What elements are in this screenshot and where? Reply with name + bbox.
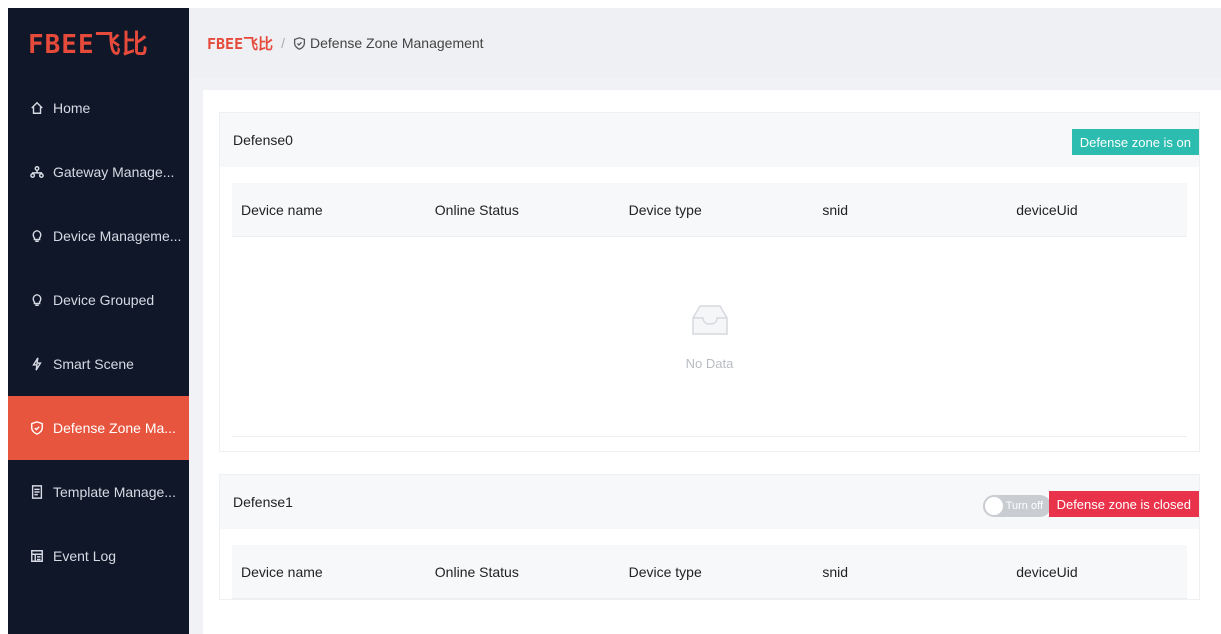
column-header-device-type: Device type — [628, 563, 702, 580]
status-badge: Defense zone is closed — [1048, 491, 1199, 517]
sidebar-item-label: Template Manage... — [53, 484, 176, 500]
column-header-device-uid: deviceUid — [1016, 201, 1078, 218]
sidebar-item-device-grouped[interactable]: Device Grouped — [8, 268, 189, 332]
breadcrumb: FBEE飞比 / Defense Zone Management — [189, 8, 1221, 78]
column-header-device-uid: deviceUid — [1016, 563, 1078, 580]
sidebar-item-label: Smart Scene — [53, 356, 134, 372]
sidebar-item-defense-zone[interactable]: Defense Zone Ma... — [8, 396, 189, 460]
log-icon — [30, 549, 44, 563]
empty-state: No Data — [232, 237, 1187, 437]
sidebar-item-label: Device Manageme... — [53, 228, 182, 244]
sidebar-item-label: Gateway Manage... — [53, 164, 175, 180]
toggle-label: Turn off — [1005, 500, 1043, 512]
zone-toggle-switch[interactable]: Turn off — [983, 495, 1051, 517]
table-header: Device name Online Status Device type sn… — [232, 545, 1187, 599]
bulb-icon — [30, 293, 44, 307]
bulb-icon — [30, 229, 44, 243]
status-badge: Defense zone is on — [1071, 129, 1199, 155]
zone-card-defense1: Defense1 Turn off Defense zone is closed… — [219, 474, 1200, 600]
home-icon — [30, 101, 44, 115]
table-header: Device name Online Status Device type sn… — [232, 183, 1187, 237]
zone-title: Defense0 — [233, 132, 293, 148]
column-header-device-name: Device name — [241, 201, 323, 218]
toggle-knob — [985, 497, 1003, 515]
column-header-online-status: Online Status — [434, 563, 519, 580]
sidebar: FBEE飞比 Home Gateway Manage... Device Man… — [8, 8, 189, 634]
sidebar-item-label: Home — [53, 100, 91, 116]
sidebar-item-template[interactable]: Template Manage... — [8, 460, 189, 524]
sidebar-item-gateway[interactable]: Gateway Manage... — [8, 140, 189, 204]
breadcrumb-brand[interactable]: FBEE飞比 — [207, 33, 273, 54]
content-panel: Defense0 Defense zone is on Device name … — [203, 90, 1221, 634]
empty-text: No Data — [685, 356, 734, 371]
device-table: Device name Online Status Device type sn… — [220, 529, 1199, 599]
zone-card-defense0: Defense0 Defense zone is on Device name … — [219, 112, 1200, 452]
app-frame: FBEE飞比 Home Gateway Manage... Device Man… — [8, 8, 1221, 634]
sidebar-item-label: Device Grouped — [53, 292, 155, 308]
column-header-snid: snid — [822, 201, 849, 218]
sidebar-item-label: Defense Zone Ma... — [53, 420, 176, 436]
shield-icon — [293, 36, 306, 50]
column-header-snid: snid — [822, 563, 849, 580]
sidebar-item-device-management[interactable]: Device Manageme... — [8, 204, 189, 268]
sidebar-item-smart-scene[interactable]: Smart Scene — [8, 332, 189, 396]
column-header-device-type: Device type — [628, 201, 702, 218]
inbox-icon — [691, 305, 728, 335]
zone-header: Defense0 Defense zone is on — [220, 113, 1199, 167]
lightning-icon — [30, 357, 44, 371]
zone-title: Defense1 — [233, 494, 293, 510]
breadcrumb-separator: / — [281, 35, 286, 51]
device-table: Device name Online Status Device type sn… — [220, 167, 1199, 437]
zone-header: Defense1 Turn off Defense zone is closed — [220, 475, 1199, 529]
document-icon — [30, 485, 44, 499]
network-icon — [30, 165, 44, 179]
main-area: FBEE飞比 / Defense Zone Management Defense… — [189, 8, 1221, 634]
sidebar-item-event-log[interactable]: Event Log — [8, 524, 189, 588]
app-logo: FBEE飞比 — [28, 29, 149, 60]
sidebar-item-label: Event Log — [53, 548, 117, 564]
page-title: Defense Zone Management — [310, 35, 484, 51]
sidebar-item-home[interactable]: Home — [8, 76, 189, 140]
column-header-online-status: Online Status — [434, 201, 519, 218]
shield-icon — [30, 421, 44, 435]
column-header-device-name: Device name — [241, 563, 323, 580]
